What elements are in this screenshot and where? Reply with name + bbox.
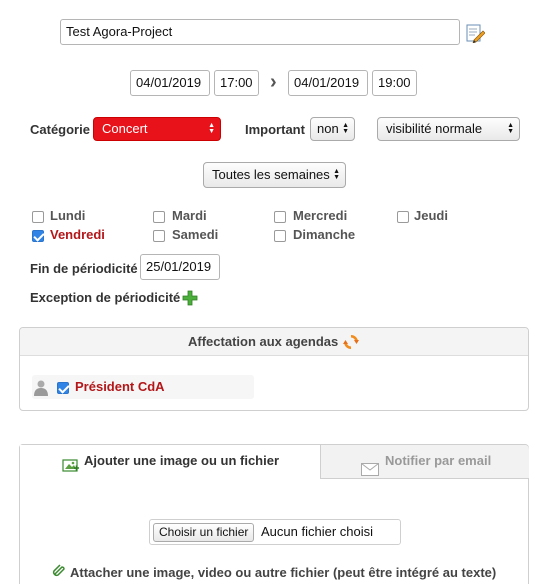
event-title-input[interactable]: Test Agora-Project — [60, 19, 460, 45]
recurrence-select[interactable]: Toutes les semaines ▲ ▼ — [203, 162, 346, 188]
attachments-panel: Ajouter une image ou un fichier Notifier… — [19, 444, 529, 584]
tab-notify-email-label: Notifier par email — [385, 453, 492, 468]
tab-add-file-label: Ajouter une image ou un fichier — [84, 453, 280, 468]
weekday-checkbox-samedi[interactable] — [153, 230, 165, 242]
periodicity-exception-label: Exception de périodicité — [30, 290, 181, 305]
visibility-select[interactable]: visibilité normale ▲ ▼ — [377, 117, 520, 141]
weekday-checkbox-mardi[interactable] — [153, 211, 165, 223]
image-add-icon — [62, 454, 80, 472]
weekday-label-vendredi: Vendredi — [50, 227, 105, 242]
category-label: Catégorie — [30, 122, 90, 137]
weekday-checkbox-jeudi[interactable] — [397, 211, 409, 223]
weekday-checkbox-mercredi[interactable] — [274, 211, 286, 223]
weekday-label-mercredi: Mercredi — [293, 208, 348, 223]
file-input[interactable]: Choisir un fichier Aucun fichier choisi — [149, 519, 401, 545]
end-time-input[interactable]: 19:00 — [372, 70, 417, 96]
choose-file-button[interactable]: Choisir un fichier — [153, 523, 255, 542]
category-value: Concert — [102, 121, 148, 136]
file-status: Aucun fichier choisi — [261, 524, 373, 539]
important-label: Important — [245, 122, 305, 137]
weekday-label-jeudi: Jeudi — [414, 208, 448, 223]
attach-hint-text: Attacher une image, video ou autre fichi… — [70, 565, 497, 580]
chevron-updown-icon: ▲ ▼ — [333, 168, 340, 181]
visibility-value: visibilité normale — [386, 121, 483, 136]
agenda-label-president-cda: Président CdA — [75, 379, 165, 394]
agendas-panel: Affectation aux agendas Président CdA — [19, 327, 529, 411]
weekday-checkbox-dimanche[interactable] — [274, 230, 286, 242]
tab-notify-email[interactable]: Notifier par email — [321, 445, 529, 479]
important-select[interactable]: non ▲ ▼ — [310, 117, 355, 141]
chevron-updown-icon: ▲ ▼ — [342, 122, 349, 135]
weekday-checkbox-lundi[interactable] — [32, 211, 44, 223]
weekday-label-dimanche: Dimanche — [293, 227, 356, 242]
tab-add-file[interactable]: Ajouter une image ou un fichier — [20, 445, 321, 479]
agenda-checkbox-president-cda[interactable] — [57, 382, 69, 394]
weekday-label-samedi: Samedi — [172, 227, 219, 242]
start-time-input[interactable]: 17:00 — [214, 70, 259, 96]
user-icon — [33, 379, 49, 397]
weekday-label-lundi: Lundi — [50, 208, 86, 223]
category-select[interactable]: Concert ▲ ▼ — [93, 117, 221, 141]
add-exception-plus-icon[interactable] — [182, 290, 198, 306]
weekday-label-mardi: Mardi — [172, 208, 207, 223]
edit-description-icon[interactable] — [465, 23, 486, 44]
chevron-updown-icon: ▲ ▼ — [507, 122, 514, 135]
periodicity-end-label: Fin de périodicité — [30, 261, 138, 276]
periodicity-end-input[interactable]: 25/01/2019 — [140, 254, 220, 280]
attach-hint-icon — [52, 563, 66, 577]
recurrence-value: Toutes les semaines — [212, 167, 330, 182]
weekday-checkbox-vendredi[interactable] — [32, 230, 44, 242]
important-value: non — [317, 121, 339, 136]
agendas-header-title: Affectation aux agendas — [188, 334, 339, 349]
chevron-updown-icon: ▲ ▼ — [208, 122, 215, 135]
agendas-panel-header: Affectation aux agendas — [20, 328, 528, 356]
refresh-icon[interactable] — [342, 333, 360, 351]
date-range-arrow: › — [270, 71, 277, 93]
start-date-input[interactable]: 04/01/2019 — [130, 70, 210, 96]
mail-icon — [361, 456, 379, 476]
end-date-input[interactable]: 04/01/2019 — [288, 70, 368, 96]
